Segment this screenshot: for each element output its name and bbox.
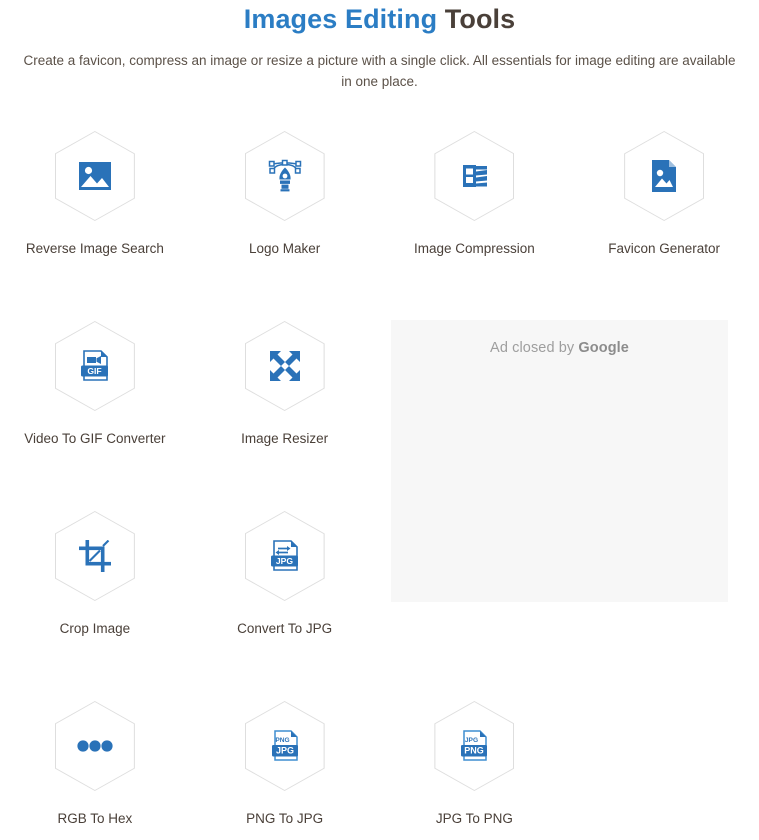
expand-arrows-icon	[267, 348, 303, 384]
jpg-to-png-file-icon: JPG PNG	[456, 728, 492, 764]
tools-row: RGB To Hex PNG JPG PNG To JPG JPG PNG JP…	[0, 698, 759, 840]
google-wordmark: Google	[578, 340, 629, 356]
tool-icon-hexagon[interactable]: JPG	[244, 511, 325, 601]
tool-label[interactable]: Convert To JPG	[237, 619, 332, 639]
compress-file-icon	[456, 158, 492, 194]
tool-label[interactable]: Video To GIF Converter	[24, 429, 165, 449]
svg-text:JPG: JPG	[276, 746, 294, 756]
tool-label[interactable]: Image Resizer	[241, 429, 328, 449]
svg-text:JPG: JPG	[465, 737, 478, 744]
pen-nib-bezier-icon	[267, 158, 303, 194]
tool-card-video-to-gif-converter[interactable]: GIF Video To GIF Converter	[0, 318, 190, 508]
svg-text:JPG: JPG	[276, 556, 294, 566]
tool-card-image-compression[interactable]: Image Compression	[380, 128, 570, 318]
tool-icon-hexagon[interactable]	[434, 131, 515, 221]
png-to-jpg-file-icon: PNG JPG	[267, 728, 303, 764]
tool-label[interactable]: PNG To JPG	[246, 809, 323, 829]
svg-text:PNG: PNG	[465, 746, 485, 756]
video-gif-file-icon: GIF	[77, 348, 113, 384]
page-subtitle: Create a favicon, compress an image or r…	[23, 53, 736, 89]
three-dots-icon	[77, 728, 113, 764]
crop-tool-icon	[77, 538, 113, 574]
tool-icon-hexagon[interactable]	[54, 131, 135, 221]
ad-closed-message: Ad closed by Google	[391, 340, 728, 356]
tool-label[interactable]: Crop Image	[60, 619, 131, 639]
tool-card-reverse-image-search[interactable]: Reverse Image Search	[0, 128, 190, 318]
tool-icon-hexagon[interactable]	[54, 701, 135, 791]
tool-icon-hexagon[interactable]: JPG PNG	[434, 701, 515, 791]
document-image-icon	[646, 158, 682, 194]
page-header: Images Editing Tools Create a favicon, c…	[0, 0, 759, 92]
tool-icon-hexagon[interactable]	[54, 511, 135, 601]
page-title: Images Editing Tools	[0, 2, 759, 36]
tool-icon-hexagon[interactable]	[244, 131, 325, 221]
tool-card-rgb-to-hex[interactable]: RGB To Hex	[0, 698, 190, 840]
ad-closed-prefix: Ad closed by	[490, 340, 579, 356]
tool-card-favicon-generator[interactable]: Favicon Generator	[569, 128, 759, 318]
tool-label[interactable]: Favicon Generator	[608, 239, 720, 259]
images-editing-tools-page: Images Editing Tools Create a favicon, c…	[0, 0, 759, 840]
tool-card-png-to-jpg[interactable]: PNG JPG PNG To JPG	[190, 698, 380, 840]
tool-icon-hexagon[interactable]: PNG JPG	[244, 701, 325, 791]
tool-card-jpg-to-png[interactable]: JPG PNG JPG To PNG	[380, 698, 570, 840]
tool-label[interactable]: JPG To PNG	[436, 809, 513, 829]
svg-text:GIF: GIF	[87, 366, 101, 376]
page-title-accent: Images Editing	[243, 4, 438, 34]
tool-card-convert-to-jpg[interactable]: JPG Convert To JPG	[190, 508, 380, 698]
tool-label[interactable]: Logo Maker	[249, 239, 320, 259]
tool-card-logo-maker[interactable]: Logo Maker	[190, 128, 380, 318]
tool-label[interactable]: Image Compression	[414, 239, 535, 259]
google-ad-slot[interactable]: Ad closed by Google	[391, 320, 728, 602]
photo-image-icon	[77, 158, 113, 194]
tool-icon-hexagon[interactable]: GIF	[54, 321, 135, 411]
tool-icon-hexagon[interactable]	[244, 321, 325, 411]
page-title-rest: Tools	[437, 4, 516, 34]
tools-row: Reverse Image Search Logo Maker Image Co…	[0, 128, 759, 318]
tool-card-crop-image[interactable]: Crop Image	[0, 508, 190, 698]
svg-text:PNG: PNG	[275, 737, 289, 744]
tool-label[interactable]: Reverse Image Search	[26, 239, 164, 259]
tool-label[interactable]: RGB To Hex	[57, 809, 132, 829]
tool-card-image-resizer[interactable]: Image Resizer	[190, 318, 380, 508]
tool-icon-hexagon[interactable]	[624, 131, 705, 221]
convert-jpg-file-icon: JPG	[267, 538, 303, 574]
